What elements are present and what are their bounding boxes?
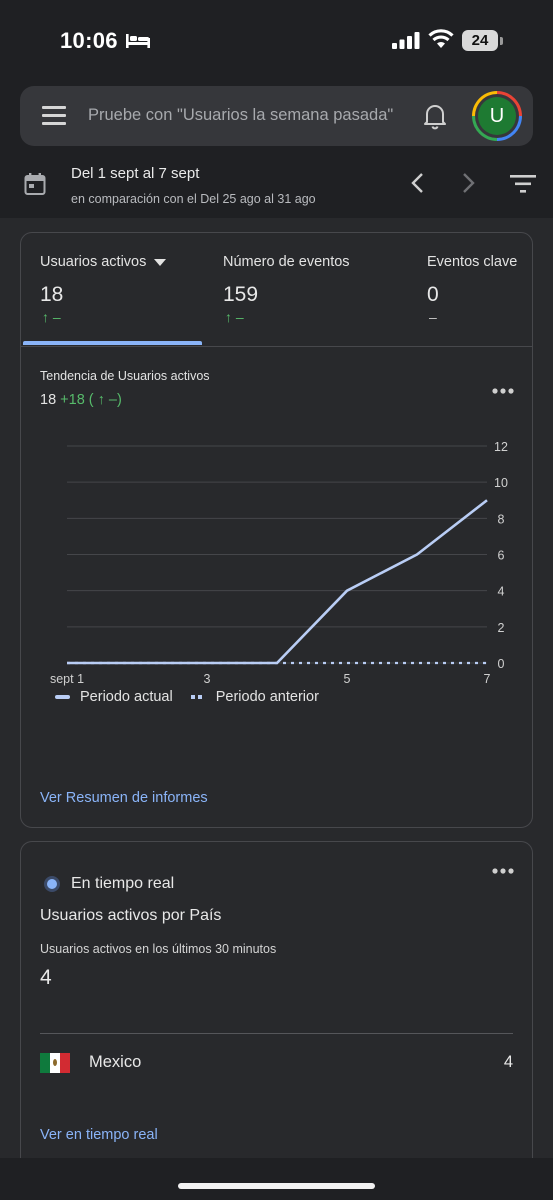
trend-value: 18 +18 ( ↑ –): [40, 392, 122, 408]
date-range-label[interactable]: Del 1 sept al 7 sept: [71, 165, 199, 182]
trend-line-chart: 0 2 4 6 8 10 12 sept 1 3 5 7: [50, 440, 508, 686]
metric-change: ↑ –: [42, 309, 61, 325]
x-tick-label: 5: [344, 672, 351, 686]
battery-tip: [500, 37, 503, 45]
metric-change: –: [429, 309, 437, 325]
metric-label: Usuarios activos: [40, 254, 167, 270]
more-options-icon[interactable]: [491, 387, 515, 395]
y-tick-label: 8: [498, 512, 505, 526]
account-avatar-button[interactable]: U: [472, 91, 522, 141]
chevron-left-icon[interactable]: [408, 172, 428, 194]
realtime-card: En tiempo real Usuarios activos por País…: [20, 841, 533, 1171]
selected-tab-indicator: [23, 341, 202, 345]
trend-title: Tendencia de Usuarios activos: [40, 369, 210, 383]
y-tick-label: 4: [498, 585, 505, 599]
date-range-row: Del 1 sept al 7 sept en comparación con …: [0, 154, 553, 218]
series-line-current: [67, 499, 488, 665]
chart-legend: Periodo actual Periodo anterior: [55, 689, 333, 705]
realtime-live-dot-icon: [44, 876, 60, 892]
realtime-title: Usuarios activos por País: [40, 907, 222, 924]
metric-tab-key-events[interactable]: Eventos clave 0 –: [427, 233, 533, 347]
realtime-label: En tiempo real: [71, 875, 175, 892]
y-tick-label: 12: [494, 440, 508, 454]
metric-change: ↑ –: [225, 309, 244, 325]
battery-indicator: 24: [462, 30, 498, 51]
wifi-icon: [428, 29, 454, 48]
metric-value: 0: [427, 283, 439, 306]
notifications-bell-icon[interactable]: [422, 102, 448, 130]
metric-tab-event-count[interactable]: Número de eventos 159 ↑ –: [223, 233, 413, 347]
status-time: 10:06: [60, 28, 118, 53]
realtime-count: 4: [40, 966, 52, 989]
country-value: 4: [503, 1053, 513, 1071]
metric-value: 159: [223, 283, 259, 306]
bed-icon: [126, 34, 150, 48]
trend-delta: +18 ( ↑ –): [60, 392, 122, 408]
menu-icon[interactable]: [42, 106, 68, 126]
home-indicator[interactable]: [178, 1183, 375, 1189]
realtime-subtitle: Usuarios activos en los últimos 30 minut…: [40, 942, 277, 956]
x-tick-label: sept 1: [50, 672, 84, 686]
view-reports-summary-link[interactable]: Ver Resumen de informes: [40, 790, 208, 806]
y-tick-label: 10: [494, 476, 508, 490]
metric-label: Eventos clave: [427, 254, 518, 270]
search-input[interactable]: Pruebe con "Usuarios la semana pasada": [88, 106, 393, 125]
y-tick-label: 2: [498, 621, 505, 635]
mexico-flag-icon: [40, 1053, 70, 1073]
date-comparison-label: en comparación con el Del 25 ago al 31 a…: [71, 192, 316, 206]
view-realtime-link[interactable]: Ver en tiempo real: [40, 1127, 158, 1143]
overview-card: Usuarios activos 18 ↑ – Número de evento…: [20, 232, 533, 828]
legend-item-previous: Periodo anterior: [190, 689, 319, 705]
chevron-right-icon[interactable]: [458, 172, 478, 194]
avatar: U: [478, 97, 516, 135]
metric-label: Número de eventos: [223, 254, 350, 270]
calendar-icon[interactable]: [24, 172, 46, 196]
signal-icon: [392, 32, 420, 49]
divider: [40, 1033, 513, 1034]
search-bar[interactable]: Pruebe con "Usuarios la semana pasada" U: [20, 86, 533, 146]
y-tick-label: 6: [498, 549, 505, 563]
country-name: Mexico: [89, 1053, 142, 1071]
metric-value: 18: [40, 283, 64, 306]
legend-item-current: Periodo actual: [55, 689, 173, 705]
status-bar: 10:06 24: [0, 0, 553, 80]
dropdown-caret-icon[interactable]: [154, 258, 167, 266]
y-tick-label: 0: [498, 657, 505, 671]
x-tick-label: 3: [204, 672, 211, 686]
more-options-icon[interactable]: [491, 867, 515, 875]
filter-icon[interactable]: [510, 174, 536, 194]
bottom-safe-area: [0, 1158, 553, 1200]
divider: [21, 346, 532, 347]
x-tick-label: 7: [484, 672, 491, 686]
metric-tab-active-users[interactable]: Usuarios activos 18 ↑ –: [40, 233, 220, 347]
